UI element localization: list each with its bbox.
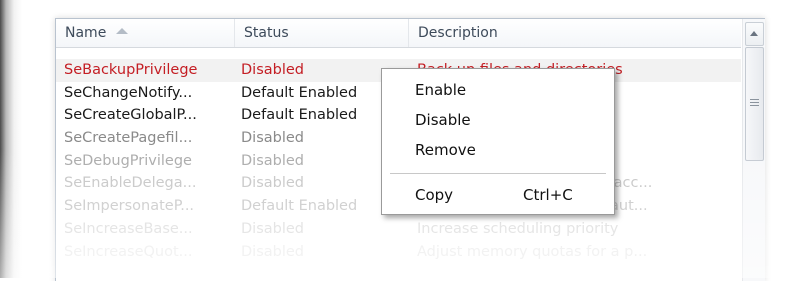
menu-item-enable[interactable]: Enable [382,77,614,103]
list-header: Name Status Description [56,19,741,48]
grip-line [750,102,759,103]
column-header-name-label: Name [65,25,107,41]
menu-item-copy[interactable]: Copy Ctrl+C [382,182,614,208]
scroll-up-arrow-icon[interactable] [745,22,764,46]
scroll-thumb[interactable] [745,47,764,161]
menu-item-copy-label: Copy [415,186,454,204]
column-header-description-label: Description [418,25,498,41]
row-name: SeChangeNotify... [64,84,193,101]
column-header-status-label: Status [244,25,289,41]
row-description: Increase scheduling priority [417,220,619,237]
menu-item-remove[interactable]: Remove [382,137,614,163]
table-row[interactable]: SeIncreaseQuot... Disabled Adjust memory… [56,241,741,264]
menu-item-copy-shortcut: Ctrl+C [523,186,573,204]
row-status: Disabled [241,243,304,260]
menu-item-enable-label: Enable [415,81,467,99]
menu-item-remove-label: Remove [415,141,476,159]
menu-separator [390,173,606,174]
grip-line [750,99,759,100]
column-header-name[interactable]: Name [56,19,234,47]
menu-item-disable[interactable]: Disable [382,107,614,133]
row-status: Disabled [241,220,304,237]
grip-line [750,105,759,106]
column-header-status[interactable]: Status [234,19,408,47]
row-name: SeIncreaseBase... [64,220,193,237]
row-name: SeIncreaseQuot... [64,243,193,260]
row-name: SeEnableDelega... [64,175,197,192]
vertical-scrollbar[interactable] [742,19,765,281]
column-header-description[interactable]: Description [408,19,741,47]
context-menu: Enable Disable Remove Copy Ctrl+C [381,68,615,215]
sort-ascending-icon [116,28,129,34]
row-name: SeImpersonateP... [64,198,195,215]
row-name: SeDebugPrivilege [64,152,192,169]
row-description: Adjust memory quotas for a p... [417,243,648,260]
row-name: SeCreatePagefil... [64,130,193,147]
row-name: SeCreateGlobalP... [64,107,197,124]
window-edge [0,0,22,278]
row-name: SeBackupPrivilege [64,62,198,78]
menu-item-disable-label: Disable [415,111,471,129]
table-row[interactable]: SeIncreaseBase... Disabled Increase sche… [56,218,741,241]
